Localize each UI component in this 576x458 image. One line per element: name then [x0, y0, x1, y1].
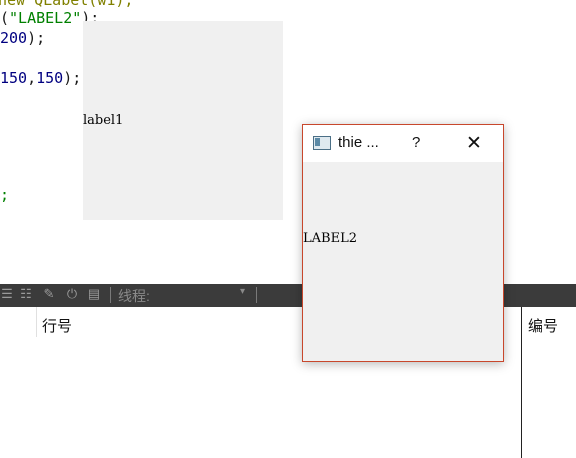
dialog-title: thie ...	[338, 134, 379, 151]
code-line-5: ;	[0, 186, 9, 204]
thread-label: 线程:	[118, 288, 150, 304]
power-icon[interactable]: ⏻	[65, 287, 79, 301]
code-token: 200	[0, 29, 28, 47]
code-token: ,	[27, 69, 37, 87]
toolbar-separator	[110, 287, 111, 303]
label2-text: LABEL2	[303, 231, 357, 246]
app-window-icon	[313, 136, 331, 150]
code-token: );	[63, 69, 82, 87]
code-token: ;	[0, 186, 10, 204]
code-line-3: 200);	[0, 29, 45, 47]
column-divider	[36, 307, 37, 337]
label1-window[interactable]: label1	[83, 21, 283, 220]
panel-divider[interactable]	[521, 307, 522, 458]
code-line-1: new QLabel(w1);	[0, 0, 133, 9]
label1-text: label1	[83, 113, 124, 128]
code-token: 150	[0, 69, 28, 87]
edit-list-icon[interactable]: ✎	[42, 287, 56, 301]
toolbar-separator	[256, 287, 257, 303]
thread-dropdown[interactable]: ▾	[240, 286, 245, 297]
dialog-window[interactable]: thie ... ? ✕ LABEL2	[302, 124, 504, 362]
code-token: new QLabel(w1);	[0, 0, 134, 9]
code-token: (	[0, 9, 10, 27]
help-button[interactable]: ?	[412, 134, 420, 151]
code-token: "LABEL2"	[9, 9, 82, 27]
column-header-number[interactable]: 编号	[528, 315, 558, 336]
dialog-titlebar[interactable]: thie ... ? ✕	[303, 125, 503, 162]
code-token: 150	[36, 69, 64, 87]
list-indent-icon[interactable]: ☰	[0, 287, 14, 301]
code-token: );	[27, 29, 46, 47]
close-icon[interactable]: ✕	[466, 132, 482, 155]
panel-icon[interactable]: ▤	[87, 287, 101, 301]
code-line-4: 150,150);	[0, 69, 81, 87]
list-outdent-icon[interactable]: ☷	[19, 287, 33, 301]
column-header-line[interactable]: 行号	[42, 315, 72, 336]
